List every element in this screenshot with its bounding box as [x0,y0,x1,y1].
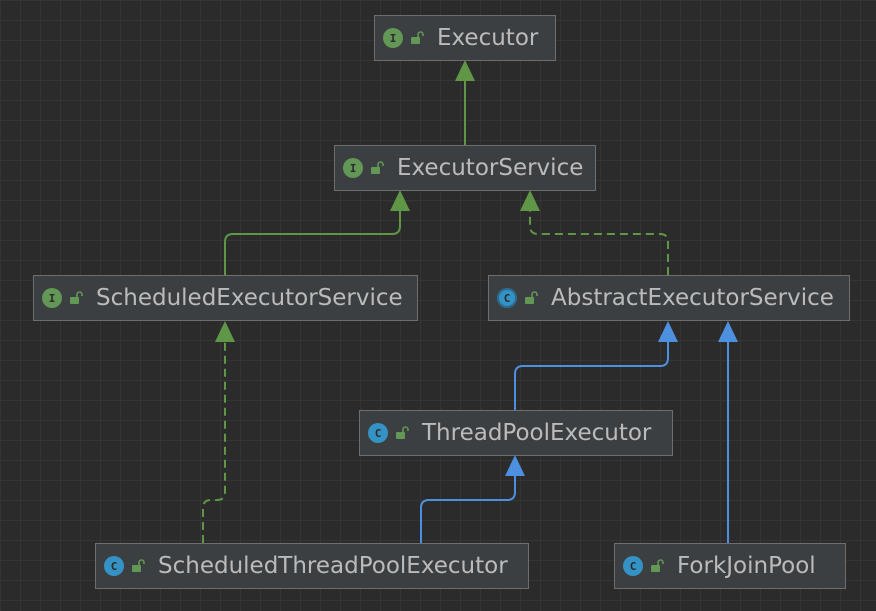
node-label: ScheduledThreadPoolExecutor [158,553,508,579]
arrowhead-abstractexecutorservice-left [658,321,678,342]
node-abstractexecutorservice[interactable]: C AbstractExecutorService [488,275,850,321]
arrowhead-executorservice-right [520,190,540,211]
lock-open-icon [371,161,384,174]
interface-icon: I [42,288,62,308]
interface-icon: I [343,158,363,178]
edge-scheduledthreadpoolexecutor-to-scheduledexecutorservice [202,340,226,543]
node-forkjoinpool[interactable]: C ForkJoinPool [614,543,846,589]
node-executorservice[interactable]: I ExecutorService [334,145,596,191]
node-executor[interactable]: I Executor [374,15,556,61]
node-scheduledthreadpoolexecutor[interactable]: C ScheduledThreadPoolExecutor [95,543,529,589]
arrowhead-scheduledexecutorservice [215,321,235,342]
node-threadpoolexecutor[interactable]: C ThreadPoolExecutor [359,410,673,456]
lock-open-icon [411,31,424,44]
arrowhead-threadpoolexecutor [505,455,525,476]
node-label: AbstractExecutorService [551,285,834,311]
arrowhead-executor [455,60,475,81]
abstract-class-icon: C [497,288,517,308]
edge-scheduledexecutorservice-to-executorservice [224,210,401,275]
node-scheduledexecutorservice[interactable]: I ScheduledExecutorService [33,275,418,321]
edge-scheduledthreadpoolexecutor-to-threadpoolexecutor [420,474,516,543]
node-label: ForkJoinPool [677,553,816,579]
edge-abstractexecutorservice-to-executorservice [529,210,669,275]
arrowhead-abstractexecutorservice-right [718,321,738,342]
interface-icon: I [383,28,403,48]
class-icon: C [104,556,124,576]
arrowhead-executorservice-left [390,190,410,211]
lock-open-icon [396,426,409,439]
node-label: ScheduledExecutorService [96,285,403,311]
lock-open-icon [70,291,83,304]
lock-open-icon [525,291,538,304]
edge-threadpoolexecutor-to-abstractexecutorservice [514,340,669,410]
lock-open-icon [651,559,664,572]
node-label: ThreadPoolExecutor [422,420,652,446]
lock-open-icon [132,559,145,572]
node-label: ExecutorService [397,155,584,181]
node-label: Executor [437,25,539,51]
class-icon: C [368,423,388,443]
class-icon: C [623,556,643,576]
